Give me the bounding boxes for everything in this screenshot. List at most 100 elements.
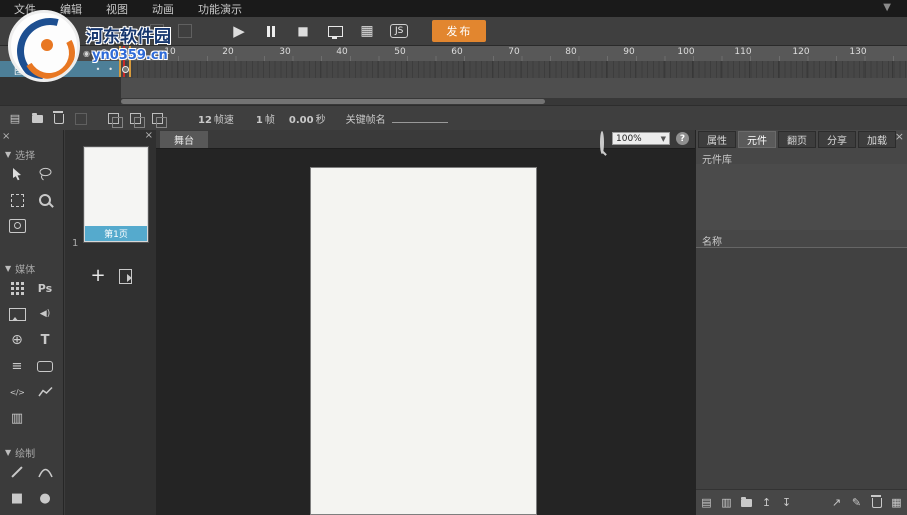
timeline-scrollbar-thumb[interactable]	[121, 99, 545, 104]
keyframe-name-label: 关键帧名	[345, 115, 386, 126]
component-library-area[interactable]	[696, 164, 907, 230]
pencil-icon[interactable]: ✎	[118, 22, 136, 40]
keyframe-dot[interactable]	[122, 66, 129, 73]
timeline-scrollbar[interactable]	[121, 98, 907, 105]
menu-edit[interactable]: 编辑	[60, 1, 82, 17]
layer-more-icon[interactable]	[74, 112, 88, 126]
new-layer-icon[interactable]: ▤	[8, 112, 22, 126]
ruler-mark: 40	[336, 47, 348, 57]
code-icon[interactable]: </>	[4, 380, 30, 404]
edit-icon[interactable]: ✎	[850, 496, 863, 510]
clipboard-icon[interactable]: ▤	[700, 496, 713, 510]
select-tool-icon[interactable]	[4, 162, 30, 186]
menu-file[interactable]: 文件	[14, 1, 36, 17]
qr-preview-icon[interactable]: ▦	[358, 22, 376, 40]
component-list[interactable]	[696, 248, 907, 490]
curve-tool-icon[interactable]	[32, 460, 58, 484]
fps-value: 12	[198, 115, 212, 126]
rectangle-tool-icon[interactable]: ■	[4, 486, 30, 510]
tab-share[interactable]: 分享	[818, 131, 856, 148]
lock-icon[interactable]	[100, 48, 107, 58]
tab-pageflip[interactable]: 翻页	[778, 131, 816, 148]
tab-stage[interactable]: 舞台	[160, 131, 208, 148]
transform-tool-icon[interactable]	[4, 188, 30, 212]
close-icon[interactable]: ×	[895, 130, 904, 143]
visibility-eye-icon[interactable]: ◉	[83, 49, 90, 58]
menu-view[interactable]: 视图	[106, 1, 128, 17]
stop-button[interactable]: ■	[294, 22, 312, 40]
pause-button[interactable]	[262, 22, 280, 40]
zoom-tool-icon[interactable]	[32, 188, 58, 212]
menu-animation[interactable]: 动画	[152, 1, 174, 17]
barcode-icon[interactable]: ▥	[4, 406, 30, 430]
ellipse-tool-icon[interactable]: ●	[32, 486, 58, 510]
play-button[interactable]: ▶	[230, 22, 248, 40]
publish-button[interactable]: 发布	[432, 20, 487, 42]
animation-editor-app: 文件 编辑 视图 动画 功能演示 ▼ ✎ ▶ ■ ▦ JS 发布 ◉ 图层0 •	[0, 0, 907, 515]
form-icon[interactable]: ≡	[4, 354, 30, 378]
onion-outline-icon[interactable]	[128, 112, 145, 128]
zoom-magnifier-icon[interactable]	[600, 131, 604, 154]
track-empty-area	[121, 78, 907, 98]
chart-icon[interactable]	[32, 380, 58, 404]
ruler-mark: 90	[623, 47, 635, 57]
widgets-grid-icon[interactable]	[4, 276, 30, 300]
add-page-button[interactable]: +	[87, 264, 109, 286]
close-icon[interactable]: ×	[2, 131, 10, 142]
layer-row[interactable]: 图层0 • •	[0, 61, 121, 77]
share-icon[interactable]: ↗	[830, 496, 843, 510]
ruler-mark: 60	[451, 47, 463, 57]
ruler-mark: 100	[677, 47, 695, 57]
zoom-select[interactable]: 100% ▼	[612, 132, 670, 145]
camera-tool-icon[interactable]	[4, 214, 30, 238]
tab-loading[interactable]: 加载	[858, 131, 896, 148]
menu-demo[interactable]: 功能演示	[198, 1, 242, 17]
line-tool-icon[interactable]	[4, 460, 30, 484]
section-draw-label: 绘制	[15, 448, 36, 460]
button-shape-icon[interactable]	[32, 354, 58, 378]
audio-icon[interactable]: ◀)	[32, 302, 58, 326]
preview-monitor-icon[interactable]	[326, 22, 344, 40]
collapse-icon: ▼	[5, 447, 12, 457]
menu-overflow-icon[interactable]: ▼	[883, 2, 891, 13]
onion-skin-icon[interactable]	[106, 112, 123, 128]
edit-multi-frames-icon[interactable]	[150, 112, 167, 128]
layer-lock-dot-icon[interactable]: •	[108, 65, 113, 74]
zoom-value: 100%	[616, 133, 642, 144]
ruler-mark: 110	[734, 47, 752, 57]
tab-components[interactable]: 元件	[738, 131, 776, 148]
pages-panel: × 第1页 1 +	[65, 130, 157, 515]
ruler-mark: 20	[222, 47, 234, 57]
delete-layer-icon[interactable]	[52, 110, 66, 126]
export-page-icon[interactable]	[119, 269, 132, 284]
timeline-ruler[interactable]: 10 20 30 40 50 60 70 80 90 100 110 120 1…	[121, 46, 907, 62]
page-thumbnail[interactable]: 第1页	[84, 147, 148, 242]
redo-icon[interactable]	[178, 24, 192, 38]
delete-icon[interactable]	[870, 494, 883, 510]
close-icon[interactable]: ×	[145, 130, 153, 141]
page-number: 1	[72, 238, 79, 249]
js-code-button[interactable]: JS	[390, 24, 409, 38]
text-tool-icon[interactable]: T	[32, 328, 58, 352]
section-draw[interactable]: ▼ 绘制	[0, 444, 63, 460]
upload-icon[interactable]: ↥	[760, 496, 773, 510]
drive-icon[interactable]: ▦	[890, 496, 903, 510]
undo-icon[interactable]	[150, 24, 164, 38]
tab-properties[interactable]: 属性	[698, 131, 736, 148]
keyframe-name-input[interactable]	[391, 112, 448, 123]
layer-track[interactable]	[121, 61, 907, 78]
web-globe-icon[interactable]: ⊕	[4, 328, 30, 352]
ruler-mark: 10	[164, 47, 176, 57]
section-media[interactable]: ▼ 媒体	[0, 260, 63, 276]
photoshop-import-icon[interactable]: Ps	[32, 276, 58, 300]
image-icon[interactable]	[4, 302, 30, 326]
help-button[interactable]: ?	[676, 132, 689, 145]
new-folder-icon[interactable]	[30, 112, 44, 126]
download-icon[interactable]: ↧	[780, 496, 793, 510]
stage-canvas[interactable]	[310, 167, 537, 515]
copy-icon[interactable]: ▥	[720, 496, 733, 510]
layer-visible-dot-icon[interactable]: •	[96, 65, 101, 74]
lasso-tool-icon[interactable]	[32, 162, 58, 186]
folder-icon[interactable]	[740, 496, 753, 510]
section-select[interactable]: ▼ 选择	[0, 146, 63, 162]
